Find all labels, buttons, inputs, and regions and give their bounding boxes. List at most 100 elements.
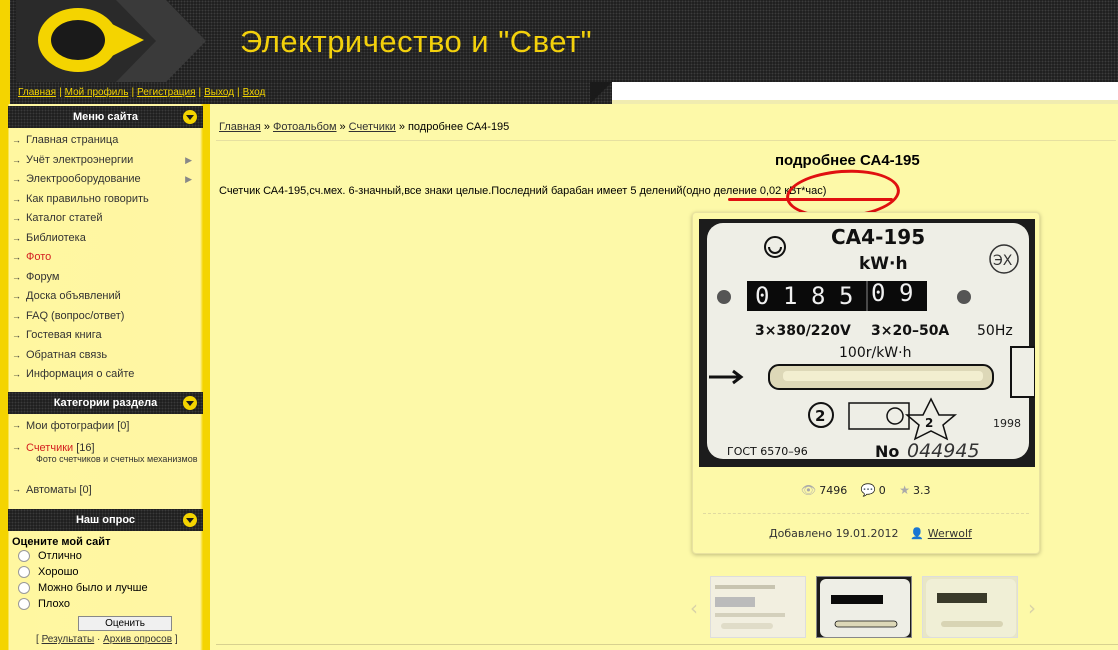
meter-photo[interactable]: СА4-195 kW·h ЭX 0 1 8 5 0 9 3×380/220V 3… bbox=[699, 219, 1035, 467]
poll-links: [ Результаты · Архив опросов ] bbox=[36, 634, 178, 645]
site-menu: → Главная страница → Учёт электроэнергии ▶ … bbox=[12, 131, 198, 385]
menu-item-metering[interactable]: → Учёт электроэнергии ▶ bbox=[12, 151, 198, 171]
thumbnail-next-arrow-icon[interactable]: › bbox=[1028, 596, 1036, 620]
poll-block-title: Наш опрос bbox=[8, 509, 203, 531]
poll-option[interactable]: Хорошо bbox=[12, 564, 202, 580]
thumbnail-image bbox=[711, 577, 805, 637]
thumbnail-image bbox=[817, 577, 911, 637]
nav-link-login[interactable]: Вход bbox=[243, 87, 266, 98]
collapse-toggle-icon[interactable] bbox=[183, 513, 197, 527]
breadcrumb-link-meters[interactable]: Счетчики bbox=[349, 121, 396, 133]
poll-submit-button[interactable]: Оценить bbox=[78, 616, 172, 631]
category-item-active[interactable]: → Счетчики [16] Фото счетчиков и счетных м… bbox=[12, 440, 198, 482]
menu-item-faq[interactable]: → FAQ (вопрос/ответ) bbox=[12, 307, 198, 327]
menu-item-forum[interactable]: → Форум bbox=[12, 268, 198, 288]
radio-button[interactable] bbox=[18, 582, 30, 594]
thumbnail[interactable] bbox=[922, 576, 1018, 638]
thumbnail-active[interactable] bbox=[816, 576, 912, 638]
meter-unit-label: kW·h bbox=[859, 254, 908, 274]
category-description: Фото счетчиков и счетных механизмов bbox=[36, 454, 198, 464]
menu-item-howto[interactable]: → Как правильно говорить bbox=[12, 190, 198, 210]
svg-text:5: 5 bbox=[839, 282, 853, 310]
arrow-bullet-icon: → bbox=[12, 484, 21, 494]
thumbnail-strip: ‹ › bbox=[690, 574, 1042, 640]
arrow-bullet-icon: → bbox=[12, 193, 21, 204]
svg-text:0: 0 bbox=[871, 279, 885, 307]
menu-item-photo[interactable]: → Фото bbox=[12, 248, 198, 268]
collapse-toggle-icon[interactable] bbox=[183, 396, 197, 410]
menu-item-home[interactable]: → Главная страница bbox=[12, 131, 198, 151]
menu-item-board[interactable]: → Доска объявлений bbox=[12, 287, 198, 307]
nav-link-home[interactable]: Главная bbox=[18, 87, 56, 98]
photo-stats: 👁 7496 💬 0 ★ 3.3 bbox=[801, 483, 940, 497]
svg-text:9: 9 bbox=[899, 279, 913, 307]
added-date: 19.01.2012 bbox=[835, 527, 899, 540]
categories-block-title: Категории раздела bbox=[8, 392, 203, 414]
photo-description: Счетчик СА4-195,сч.мех. 6-значный,все зн… bbox=[219, 185, 827, 197]
radio-button[interactable] bbox=[18, 598, 30, 610]
approval-mark-label: ЭX bbox=[993, 253, 1013, 269]
poll-option[interactable]: Отлично bbox=[12, 548, 202, 564]
menu-item-library[interactable]: → Библиотека bbox=[12, 229, 198, 249]
breadcrumb-current: подробнее СА4-195 bbox=[407, 121, 510, 133]
comments-stat[interactable]: 💬 0 bbox=[861, 483, 886, 497]
meter-no-label: No bbox=[875, 442, 899, 461]
category-item[interactable]: → Мои фотографии [0] bbox=[12, 420, 198, 440]
added-info: Добавлено 19.01.2012 👤 Werwolf bbox=[769, 527, 972, 540]
content-divider bbox=[216, 140, 1116, 141]
arrow-bullet-icon: → bbox=[12, 310, 21, 321]
meter-serial-label: 044945 bbox=[907, 440, 980, 462]
meter-year-label: 1998 bbox=[993, 417, 1021, 430]
thumbnail[interactable] bbox=[710, 576, 806, 638]
submenu-arrow-icon: ▶ bbox=[185, 174, 192, 184]
meter-frequency-label: 50Hz bbox=[977, 323, 1013, 339]
top-navbar: Главная | Мой профиль | Регистрация | Выход | Вх… bbox=[0, 82, 620, 104]
arrow-bullet-icon: → bbox=[12, 369, 21, 379]
poll-option[interactable]: Можно было и лучше bbox=[12, 580, 202, 596]
arrow-bullet-icon: → bbox=[12, 252, 21, 262]
meter-current-label: 3×20–50A bbox=[871, 323, 949, 339]
nav-link-profile[interactable]: Мой профиль bbox=[65, 87, 129, 98]
category-item[interactable]: → Автоматы [0] bbox=[12, 482, 198, 502]
top-nav-links: Главная | Мой профиль | Регистрация | Выход | Вх… bbox=[18, 87, 266, 98]
menu-item-articles[interactable]: → Каталог статей bbox=[12, 209, 198, 229]
radio-button[interactable] bbox=[18, 566, 30, 578]
star-icon: ★ bbox=[899, 483, 910, 497]
arrow-bullet-icon: → bbox=[12, 330, 21, 340]
arrow-bullet-icon: → bbox=[12, 135, 21, 145]
page-title: подробнее СА4-195 bbox=[775, 152, 920, 169]
breadcrumb: Главная» Фотоальбом» Счетчики» подробнее СА… bbox=[219, 121, 510, 133]
site-logo-icon[interactable] bbox=[16, 0, 206, 82]
comment-icon: 💬 bbox=[860, 483, 876, 497]
breadcrumb-link-album[interactable]: Фотоальбом bbox=[273, 121, 337, 133]
photo-card: СА4-195 kW·h ЭX 0 1 8 5 0 9 3×380/220V 3… bbox=[692, 212, 1040, 554]
arrow-bullet-icon: → bbox=[12, 420, 21, 430]
nav-link-logout[interactable]: Выход bbox=[204, 87, 234, 98]
collapse-toggle-icon[interactable] bbox=[183, 110, 197, 124]
svg-text:8: 8 bbox=[811, 282, 825, 310]
author-link[interactable]: Werwolf bbox=[928, 527, 972, 540]
svg-text:0: 0 bbox=[755, 282, 769, 310]
radio-button[interactable] bbox=[18, 550, 30, 562]
svg-text:1: 1 bbox=[783, 282, 797, 310]
menu-block-title: Меню сайта bbox=[8, 106, 203, 128]
poll-option[interactable]: Плохо bbox=[12, 596, 202, 612]
nav-link-register[interactable]: Регистрация bbox=[137, 87, 195, 98]
arrow-bullet-icon: → bbox=[12, 349, 21, 360]
poll-form: Оцените мой сайт Отлично Хорошо Можно бы… bbox=[12, 536, 202, 645]
meter-rpm-label: 100r/kW·h bbox=[839, 345, 911, 361]
poll-results-link[interactable]: Результаты bbox=[42, 634, 95, 645]
thumbnail-prev-arrow-icon[interactable]: ‹ bbox=[690, 596, 698, 620]
menu-item-equipment[interactable]: → Электрооборудование ▶ bbox=[12, 170, 198, 190]
submenu-arrow-icon: ▶ bbox=[185, 154, 192, 165]
card-divider bbox=[703, 513, 1029, 514]
menu-item-about[interactable]: → Информация о сайте bbox=[12, 365, 198, 385]
menu-item-feedback[interactable]: → Обратная связь bbox=[12, 346, 198, 366]
breadcrumb-link-home[interactable]: Главная bbox=[219, 121, 261, 133]
arrow-bullet-icon: → bbox=[12, 232, 21, 243]
menu-item-guestbook[interactable]: → Гостевая книга bbox=[12, 326, 198, 346]
user-icon: 👤 bbox=[910, 527, 924, 540]
header-strip bbox=[612, 82, 1118, 104]
poll-archive-link[interactable]: Архив опросов bbox=[103, 634, 172, 645]
arrow-bullet-icon: → bbox=[12, 154, 21, 165]
